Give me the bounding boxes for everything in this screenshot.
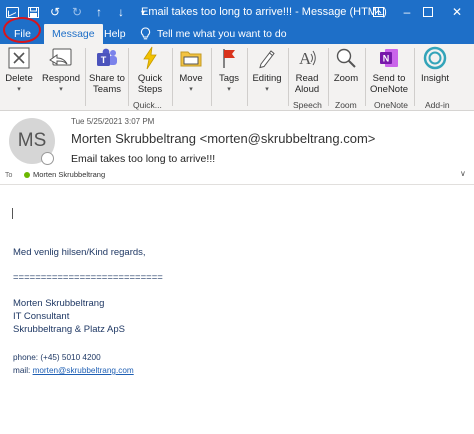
editing-button[interactable]: Editing ▾ bbox=[249, 46, 285, 101]
delete-button[interactable]: Delete ▾ bbox=[3, 46, 35, 101]
read-aloud-icon: A bbox=[299, 49, 316, 68]
zoom-label: Zoom bbox=[333, 73, 359, 84]
group-separator bbox=[211, 48, 212, 106]
signature-regards: Med venlig hilsen/Kind regards, bbox=[13, 247, 146, 258]
share-to-teams-label-1: Share to bbox=[89, 73, 125, 84]
quick-steps-label-1: Quick bbox=[137, 73, 163, 84]
outlook-app-icon bbox=[6, 6, 19, 18]
message-date: Tue 5/25/2021 3:07 PM bbox=[71, 117, 155, 126]
send-to-onenote-label-2: OneNote bbox=[369, 84, 409, 95]
lightning-icon bbox=[143, 46, 157, 70]
close-icon[interactable]: ✕ bbox=[443, 0, 471, 24]
group-label-quick-steps: Quick... bbox=[133, 100, 162, 110]
group-label-add-in: Add-in bbox=[425, 100, 450, 110]
read-aloud-button[interactable]: A Read Aloud bbox=[290, 46, 324, 101]
move-label: Move bbox=[179, 73, 203, 84]
move-button[interactable]: Move ▾ bbox=[174, 46, 208, 101]
message-sender[interactable]: Morten Skrubbeltrang <morten@skrubbeltra… bbox=[71, 131, 375, 146]
group-separator bbox=[288, 48, 289, 106]
respond-label: Respond bbox=[41, 73, 81, 84]
insights-icon bbox=[423, 46, 447, 70]
pencil-icon bbox=[259, 50, 275, 69]
recipient[interactable]: Morten Skrubbeltrang bbox=[24, 170, 105, 179]
send-to-onenote-label-1: Send to bbox=[372, 73, 406, 84]
signature-name: Morten Skrubbeltrang bbox=[13, 298, 105, 309]
svg-text:N: N bbox=[383, 54, 390, 64]
chevron-down-icon: ▾ bbox=[189, 86, 193, 93]
group-separator bbox=[172, 48, 173, 106]
group-separator bbox=[128, 48, 129, 106]
delete-label: Delete bbox=[5, 73, 33, 84]
recipient-name: Morten Skrubbeltrang bbox=[33, 170, 106, 179]
signature-mail-label: mail: bbox=[13, 366, 33, 375]
tab-file[interactable]: File bbox=[6, 24, 39, 44]
header-divider bbox=[0, 184, 474, 185]
group-label-onenote: OneNote bbox=[374, 100, 409, 110]
ribbon-tab-row: File Message Help Tell me what you want … bbox=[0, 24, 474, 44]
read-aloud-label-1: Read bbox=[295, 73, 319, 84]
svg-text:T: T bbox=[101, 55, 107, 65]
chevron-down-icon: ▾ bbox=[265, 86, 269, 93]
move-folder-icon bbox=[180, 51, 202, 67]
tell-me-text: Tell me what you want to do bbox=[157, 28, 287, 40]
signature-phone: phone: (+45) 5010 4200 bbox=[13, 353, 101, 362]
title-bar: ↺ ↻ ↑ ↓ ▾ Email takes too long to arrive… bbox=[0, 0, 474, 24]
respond-icon bbox=[49, 48, 72, 66]
teams-icon: T bbox=[97, 48, 117, 66]
next-item-icon[interactable]: ↓ bbox=[110, 0, 132, 24]
signature-separator: =========================== bbox=[13, 272, 163, 283]
chevron-down-icon: ▾ bbox=[17, 86, 21, 93]
chevron-down-icon: ▾ bbox=[227, 86, 231, 93]
tab-help[interactable]: Help bbox=[96, 24, 134, 44]
text-cursor bbox=[12, 208, 13, 219]
quick-steps-button[interactable]: Quick Steps bbox=[131, 46, 169, 101]
group-separator bbox=[328, 48, 329, 106]
message-subject: Email takes too long to arrive!!! bbox=[71, 153, 216, 165]
to-label: To bbox=[5, 172, 13, 179]
presence-indicator bbox=[41, 152, 54, 165]
respond-button[interactable]: Respond ▾ bbox=[40, 46, 82, 101]
lightbulb-icon bbox=[140, 27, 151, 40]
svg-text:A: A bbox=[299, 49, 312, 68]
zoom-button[interactable]: Zoom bbox=[330, 46, 362, 101]
group-label-speech: Speech bbox=[293, 100, 322, 110]
group-label-zoom: Zoom bbox=[335, 100, 357, 110]
chevron-down-icon: ▾ bbox=[59, 86, 63, 93]
expand-header-icon[interactable]: ∨ bbox=[460, 169, 466, 178]
delete-icon bbox=[8, 47, 30, 69]
group-separator bbox=[247, 48, 248, 106]
ribbon-display-options-icon[interactable] bbox=[364, 0, 392, 24]
undo-icon[interactable]: ↺ bbox=[44, 0, 66, 24]
signature-company: Skrubbeltrang & Platz ApS bbox=[13, 324, 125, 335]
insights-button[interactable]: Insight bbox=[417, 46, 457, 101]
signature-mail-line: mail: morten@skrubbeltrang.com bbox=[13, 366, 134, 375]
ribbon: Delete ▾ Respond ▾ T Share to Teams Quic… bbox=[0, 44, 474, 111]
quick-access-toolbar: ↺ ↻ ↑ ↓ ▾ bbox=[0, 0, 154, 24]
editing-label: Editing bbox=[252, 73, 282, 84]
previous-item-icon[interactable]: ↑ bbox=[88, 0, 110, 24]
quick-steps-label-2: Steps bbox=[137, 84, 163, 95]
signature-mail-link[interactable]: morten@skrubbeltrang.com bbox=[33, 366, 134, 375]
tags-button[interactable]: Tags ▾ bbox=[214, 46, 244, 101]
group-separator bbox=[414, 48, 415, 106]
window-title: Email takes too long to arrive!!! - Mess… bbox=[141, 6, 387, 18]
share-to-teams-label-2: Teams bbox=[93, 84, 121, 95]
signature-role: IT Consultant bbox=[13, 311, 70, 322]
read-aloud-label-2: Aloud bbox=[294, 84, 320, 95]
maximize-icon[interactable] bbox=[414, 0, 442, 24]
save-icon[interactable] bbox=[22, 0, 44, 24]
insights-label: Insight bbox=[421, 73, 449, 84]
group-separator bbox=[365, 48, 366, 106]
presence-available-icon bbox=[24, 171, 30, 178]
group-separator bbox=[85, 48, 86, 106]
send-to-onenote-button[interactable]: N Send to OneNote bbox=[367, 46, 411, 101]
tab-message[interactable]: Message bbox=[44, 24, 103, 44]
redo-icon[interactable]: ↻ bbox=[66, 0, 88, 24]
tell-me-search[interactable]: Tell me what you want to do bbox=[140, 24, 287, 44]
magnifier-icon bbox=[336, 48, 356, 68]
tags-label: Tags bbox=[218, 73, 240, 84]
share-to-teams-button[interactable]: T Share to Teams bbox=[88, 46, 126, 101]
flag-icon bbox=[223, 49, 235, 68]
onenote-icon: N bbox=[380, 49, 398, 67]
